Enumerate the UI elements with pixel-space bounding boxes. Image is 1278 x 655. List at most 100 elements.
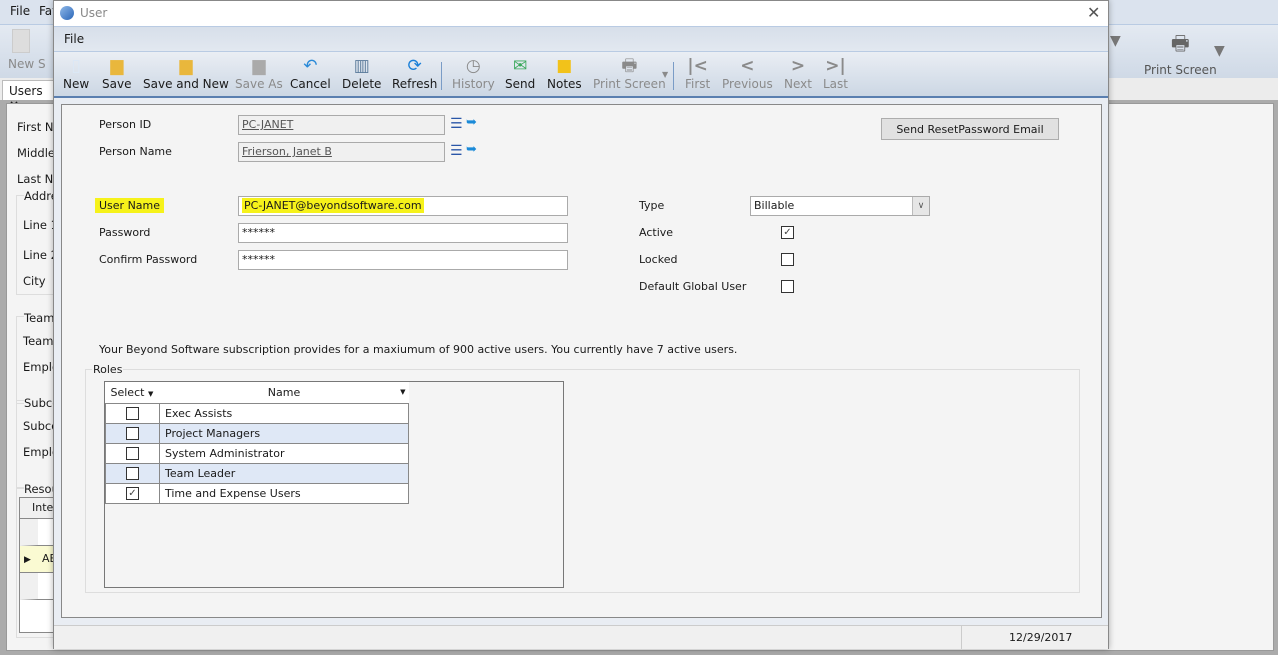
undo-icon: ↶ (303, 56, 318, 76)
user-name-field[interactable]: PC-JANET@beyondsoftware.com (238, 196, 568, 216)
role-checkbox[interactable] (126, 406, 139, 420)
role-row[interactable]: Exec Assists (105, 402, 409, 424)
lookup-list-icon[interactable]: ☰ (450, 116, 463, 132)
dropdown-arrow-icon[interactable]: ▼ (662, 70, 668, 79)
trash-icon: ▥ (353, 56, 370, 76)
new-button[interactable]: ▯ New (63, 55, 89, 91)
menu-file[interactable]: File (64, 32, 84, 46)
roles-title: Roles (92, 363, 124, 376)
bg-print-screen-button[interactable]: 🖶 Print Screen (1144, 29, 1217, 77)
tab-users[interactable]: Users × (2, 80, 54, 112)
first-button[interactable]: |< First (685, 55, 710, 91)
active-label: Active (639, 226, 674, 239)
send-icon: ✉ (512, 56, 528, 76)
sort-arrow-icon[interactable]: ▼ (400, 388, 405, 396)
goto-arrow-icon[interactable]: ➥ (466, 115, 477, 130)
title-bar: User ✕ (54, 1, 1108, 27)
locked-label: Locked (639, 253, 678, 266)
role-row[interactable]: System Administrator (105, 442, 409, 464)
last-button[interactable]: >| Last (823, 55, 848, 91)
bg-label: Middle (17, 146, 55, 160)
previous-button[interactable]: < Previous (722, 55, 773, 91)
toolbar: ▯ New ▆ Save ▆ Save and New ▆ Save As ↶ Cance… (54, 52, 1108, 98)
person-name-field[interactable]: Frierson, Janet B (238, 142, 445, 162)
select-column-header[interactable]: Select ▼ (105, 382, 160, 404)
role-name: Team Leader (159, 462, 409, 484)
toolbar-separator (673, 62, 674, 90)
default-global-user-label: Default Global User (639, 280, 747, 293)
save-as-button[interactable]: ▆ Save As (235, 55, 283, 91)
history-button[interactable]: ◷ History (452, 55, 495, 91)
dropdown-arrow-icon[interactable]: ▼ (1214, 43, 1225, 59)
close-icon[interactable]: ✕ (1087, 3, 1100, 22)
user-dialog: User ✕ File ▯ New ▆ Save ▆ Save and New ▆ Sa… (53, 0, 1109, 649)
role-row[interactable]: Team Leader (105, 462, 409, 484)
status-bar: 12/29/2017 (54, 625, 1108, 649)
role-checkbox[interactable]: ✓ (126, 486, 139, 500)
role-checkbox[interactable] (126, 446, 139, 460)
role-name: Exec Assists (159, 402, 409, 424)
previous-icon: < (740, 56, 755, 76)
row-pointer-icon: ▶ (24, 555, 31, 565)
cancel-button[interactable]: ↶ Cancel (290, 55, 331, 91)
person-name-label: Person Name (99, 145, 172, 158)
print-screen-button[interactable]: 🖶 Print Screen (593, 55, 666, 91)
bg-save-button[interactable]: S (38, 57, 46, 71)
type-label: Type (639, 199, 665, 212)
app-logo-icon (60, 6, 74, 20)
role-row[interactable]: Project Managers (105, 422, 409, 444)
lookup-list-icon[interactable]: ☰ (450, 143, 463, 159)
save-as-icon: ▆ (252, 56, 266, 76)
password-field[interactable]: ****** (238, 223, 568, 243)
role-row[interactable]: ✓ Time and Expense Users (105, 482, 409, 504)
bg-new-button[interactable]: New (8, 29, 34, 71)
send-reset-password-email-button[interactable]: Send ResetPassword Email (881, 118, 1059, 140)
printer-icon: 🖶 (621, 56, 638, 76)
save-button[interactable]: ▆ Save (102, 55, 131, 91)
status-divider (961, 626, 962, 649)
delete-button[interactable]: ▥ Delete (342, 55, 381, 91)
chevron-down-icon[interactable]: ∨ (912, 197, 929, 215)
toolbar-separator (441, 62, 442, 90)
next-button[interactable]: > Next (784, 55, 812, 91)
role-name: Project Managers (159, 422, 409, 444)
refresh-button[interactable]: ⟳ Refresh (392, 55, 437, 91)
person-id-field[interactable]: PC-JANET (238, 115, 445, 135)
active-checkbox[interactable]: ✓ (781, 226, 794, 239)
role-name: Time and Expense Users (159, 482, 409, 504)
save-icon: ▆ (110, 56, 124, 76)
save-and-new-button[interactable]: ▆ Save and New (143, 55, 229, 91)
role-checkbox[interactable] (126, 426, 139, 440)
roles-grid[interactable]: Select ▼ Name ▼ Exec Assists Project Mana… (104, 381, 564, 588)
bg-menu-file[interactable]: File (10, 4, 30, 18)
first-icon: |< (687, 56, 708, 76)
new-document-icon: ▯ (71, 56, 81, 76)
type-select[interactable]: Billable ∨ (750, 196, 930, 216)
save-and-new-icon: ▆ (179, 56, 193, 76)
user-name-label: User Name (95, 198, 165, 213)
name-column-header[interactable]: Name ▼ (159, 382, 409, 404)
confirm-password-field[interactable]: ****** (238, 250, 568, 270)
bg-label: City (23, 274, 46, 288)
person-id-label: Person ID (99, 118, 152, 131)
role-checkbox[interactable] (126, 466, 139, 480)
subscription-info: Your Beyond Software subscription provid… (99, 343, 738, 356)
default-global-user-checkbox[interactable] (781, 280, 794, 293)
goto-arrow-icon[interactable]: ➥ (466, 142, 477, 157)
send-button[interactable]: ✉ Send (505, 55, 535, 91)
note-icon: ■ (556, 56, 573, 76)
refresh-icon: ⟳ (407, 56, 422, 76)
confirm-password-label: Confirm Password (99, 253, 198, 266)
dropdown-arrow-icon[interactable]: ▼ (1110, 33, 1121, 49)
locked-checkbox[interactable] (781, 253, 794, 266)
next-icon: > (790, 56, 806, 76)
menu-bar: File (54, 27, 1108, 52)
password-label: Password (99, 226, 151, 239)
sort-arrow-icon[interactable]: ▼ (148, 390, 153, 398)
last-icon: >| (825, 56, 846, 76)
clock-icon: ◷ (465, 56, 481, 76)
new-document-icon (12, 29, 31, 53)
printer-icon: 🖶 (1170, 31, 1190, 55)
checkmark-icon: ✓ (128, 487, 137, 499)
notes-button[interactable]: ■ Notes (547, 55, 582, 91)
